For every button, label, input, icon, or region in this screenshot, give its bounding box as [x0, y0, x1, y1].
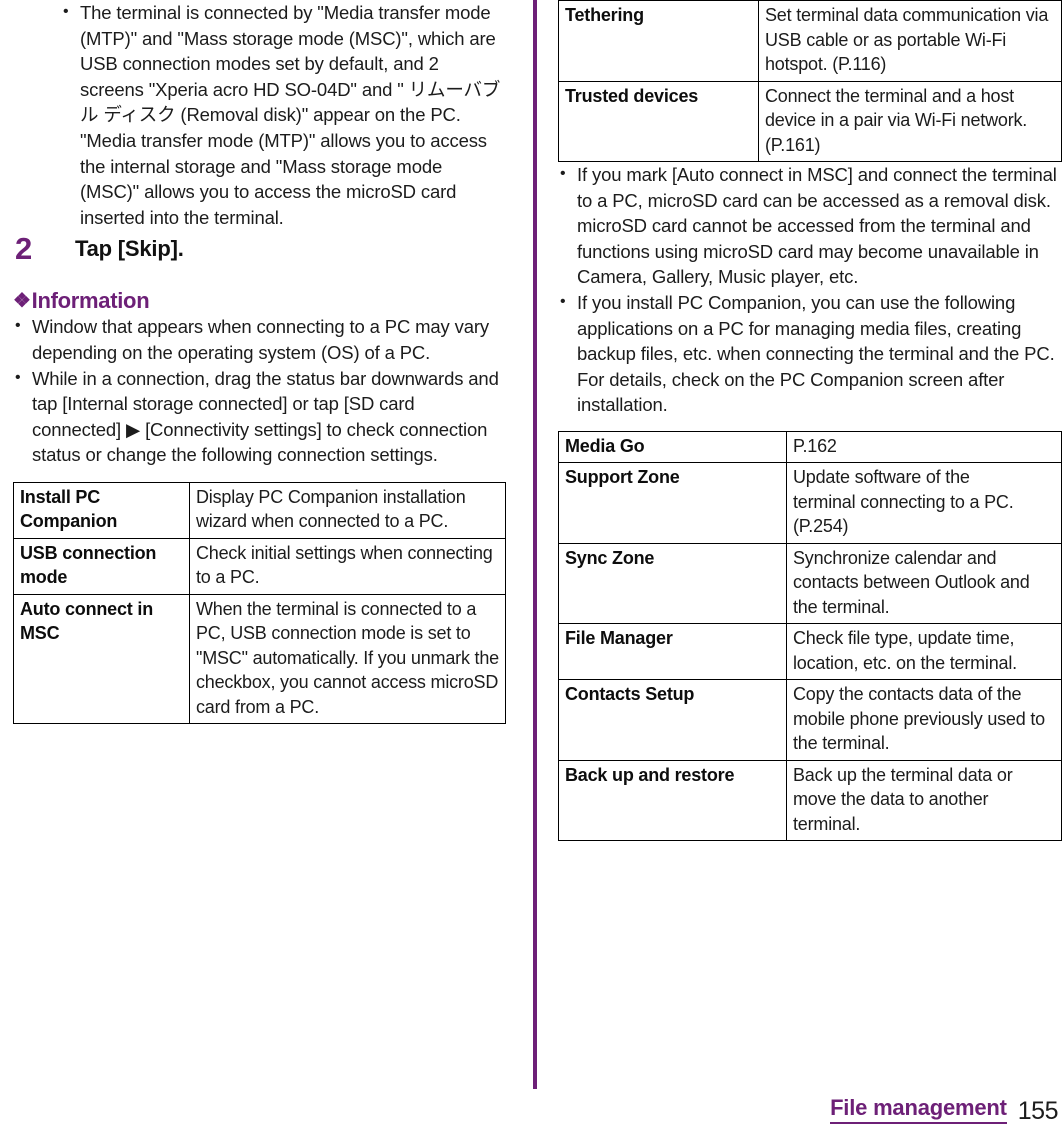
intro-bullet-list: The terminal is connected by "Media tran…: [13, 0, 506, 230]
table-cell-description: Set terminal data communication via USB …: [758, 0, 1062, 82]
right-bullet-list: If you mark [Auto connect in MSC] and co…: [558, 161, 1062, 418]
table-cell-description: Back up the terminal data or move the da…: [786, 759, 1062, 842]
table-row: USB connection mode Check initial settin…: [13, 537, 506, 595]
page-footer: File management 155: [830, 1096, 1059, 1125]
table-cell-description: P.162: [786, 430, 1062, 464]
table-row: Back up and restore Back up the terminal…: [558, 759, 1062, 842]
table-row: Auto connect in MSC When the terminal is…: [13, 593, 506, 725]
table-cell-description: Check file type, update time, location, …: [786, 623, 1062, 681]
right-column: Tethering Set terminal data communicatio…: [546, 0, 1064, 842]
information-bullet-list: Window that appears when connecting to a…: [13, 313, 506, 468]
information-heading-label: Information: [31, 288, 150, 314]
table-cell-label: File Manager: [558, 623, 787, 681]
information-heading: ❖ Information: [13, 288, 506, 314]
step-number: 2: [15, 231, 33, 267]
step-2: 2 Tap [Skip].: [13, 232, 506, 276]
table-row: Media Go P.162: [558, 430, 1062, 464]
table-cell-label: Tethering: [558, 0, 759, 82]
table-cell-description: Copy the contacts data of the mobile pho…: [786, 679, 1062, 761]
table-row: Install PC Companion Display PC Companio…: [13, 481, 506, 539]
table-row: Contacts Setup Copy the contacts data of…: [558, 679, 1062, 761]
list-item: The terminal is connected by "Media tran…: [61, 0, 506, 230]
footer-chapter-label: File management: [830, 1096, 1007, 1124]
list-item: If you install PC Companion, you can use…: [558, 289, 1062, 418]
table-cell-label: Support Zone: [558, 462, 787, 544]
table-cell-description: Display PC Companion installation wizard…: [189, 481, 506, 539]
table-row: Trusted devices Connect the terminal and…: [558, 80, 1062, 162]
table-cell-label: Trusted devices: [558, 80, 759, 162]
manual-page: The terminal is connected by "Media tran…: [0, 0, 1064, 1130]
table-cell-label: Contacts Setup: [558, 679, 787, 761]
table-cell-label: Install PC Companion: [13, 481, 190, 539]
table-cell-label: Sync Zone: [558, 542, 787, 625]
list-item: If you mark [Auto connect in MSC] and co…: [558, 161, 1062, 290]
table-row: Support Zone Update software of the term…: [558, 462, 1062, 544]
table-cell-label: Media Go: [558, 430, 787, 464]
list-item: Window that appears when connecting to a…: [13, 313, 506, 365]
connection-settings-table-continued: Tethering Set terminal data communicatio…: [558, 0, 1062, 162]
table-row: Tethering Set terminal data communicatio…: [558, 0, 1062, 82]
footer-page-number: 155: [1017, 1097, 1059, 1125]
list-item: While in a connection, drag the status b…: [13, 365, 506, 468]
table-cell-description: Connect the terminal and a host device i…: [758, 80, 1062, 162]
table-cell-label: Back up and restore: [558, 759, 787, 842]
diamond-icon: ❖: [13, 290, 31, 313]
table-row: File Manager Check file type, update tim…: [558, 623, 1062, 681]
connection-settings-table: Install PC Companion Display PC Companio…: [13, 481, 506, 725]
step-title: Tap [Skip].: [75, 236, 184, 262]
left-column: The terminal is connected by "Media tran…: [0, 0, 520, 725]
table-row: Sync Zone Synchronize calendar and conta…: [558, 542, 1062, 625]
table-cell-label: Auto connect in MSC: [13, 593, 190, 725]
pc-companion-apps-table: Media Go P.162 Support Zone Update softw…: [558, 430, 1062, 842]
table-cell-description: Update software of the terminal connecti…: [786, 462, 1062, 544]
table-cell-label: USB connection mode: [13, 537, 190, 595]
table-cell-description: When the terminal is connected to a PC, …: [189, 593, 506, 725]
table-cell-description: Check initial settings when connecting t…: [189, 537, 506, 595]
table-cell-description: Synchronize calendar and contacts betwee…: [786, 542, 1062, 625]
column-divider: [533, 0, 537, 1089]
